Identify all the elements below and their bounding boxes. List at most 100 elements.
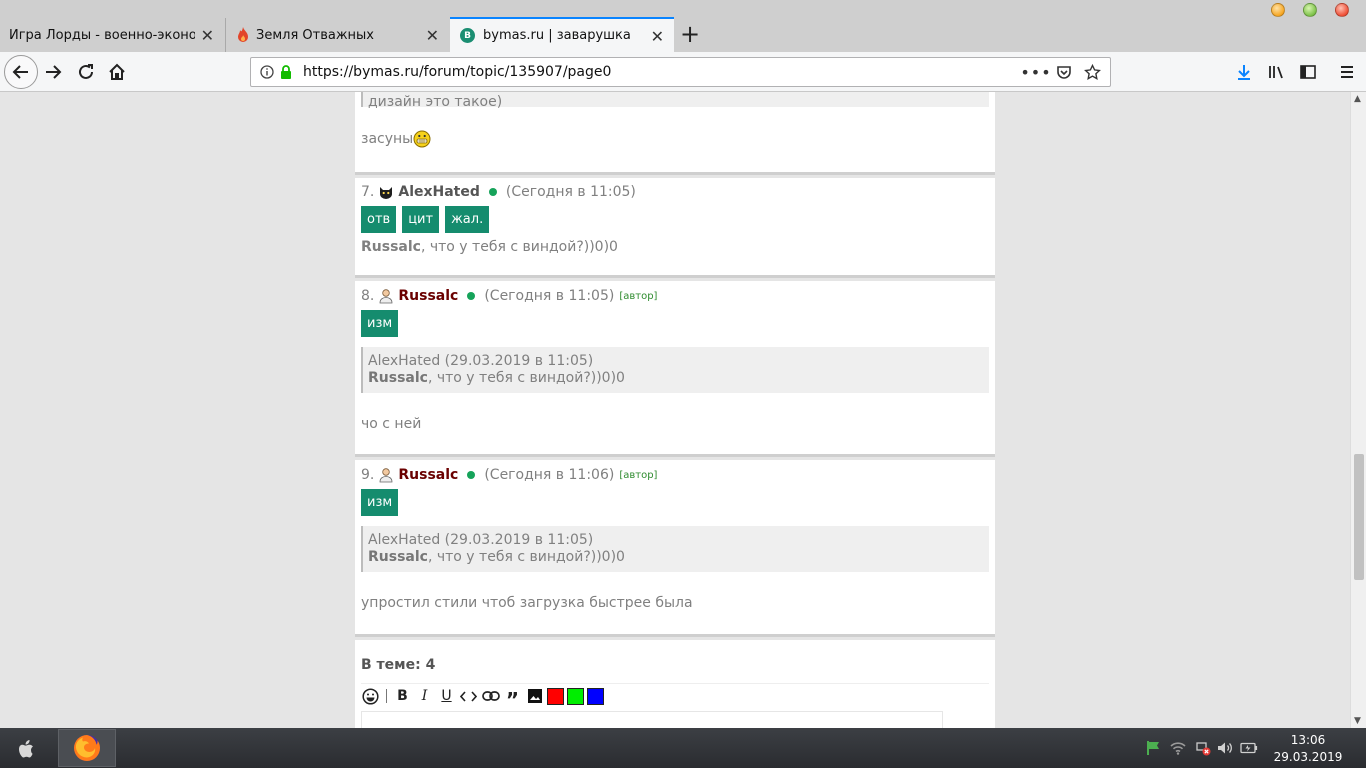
image-icon[interactable] [525, 687, 544, 706]
forward-button[interactable] [41, 60, 65, 84]
color-red-swatch[interactable] [547, 687, 564, 705]
message-textarea[interactable] [361, 711, 943, 728]
forum-post: 9. Russalc (Сегодня в 11:06) [автор] изм… [355, 460, 995, 637]
action-center-flag-icon[interactable] [1144, 740, 1162, 756]
sidebar-button[interactable] [1296, 60, 1320, 84]
italic-button[interactable]: I [415, 687, 434, 706]
url-text[interactable]: https://bymas.ru/forum/topic/135907/page… [303, 64, 1026, 80]
navigation-toolbar: https://bymas.ru/forum/topic/135907/page… [0, 52, 1366, 92]
reply-form: В теме: 4 B I U ” [355, 640, 995, 728]
user-avatar-icon[interactable] [378, 288, 394, 304]
tab-bymas[interactable]: B bymas.ru | заварушка ✕ [450, 17, 674, 52]
tab-close-icon[interactable]: ✕ [426, 26, 439, 45]
clock-date: 29.03.2019 [1273, 750, 1343, 764]
download-arrow-icon [1238, 65, 1250, 80]
mention-username[interactable]: Russalc [361, 239, 421, 255]
scroll-down-arrow-icon[interactable]: ▼ [1354, 716, 1361, 726]
bookmark-star-icon[interactable] [1082, 62, 1102, 82]
library-icon [1269, 66, 1283, 79]
black-cat-avatar-icon[interactable] [378, 184, 394, 200]
post-text: засуны [361, 130, 431, 148]
quote-header: AlexHated (29.03.2019 в 11:05) [368, 353, 594, 369]
post-username[interactable]: AlexHated [398, 184, 480, 200]
flame-icon [238, 27, 248, 42]
reload-button[interactable] [74, 60, 98, 84]
back-button[interactable] [4, 55, 38, 89]
quote-button[interactable]: цит [402, 206, 440, 233]
downloads-button[interactable] [1232, 60, 1256, 84]
tab-lordy[interactable]: Игра Лорды - военно-экономи ✕ [0, 18, 224, 52]
tab-zemlya-otvazhnyh[interactable]: Земля Отважных ✕ [225, 18, 449, 52]
pocket-icon[interactable] [1054, 62, 1074, 82]
post-username[interactable]: Russalc [398, 467, 458, 483]
post-number: 7. [361, 184, 375, 200]
post-time: (Сегодня в 11:05) [484, 288, 615, 304]
volume-icon[interactable] [1216, 740, 1234, 756]
post-number: 9. [361, 467, 375, 483]
post-actions: изм [361, 310, 989, 337]
grin-smiley-icon [413, 130, 431, 148]
new-tab-plus-icon[interactable]: + [680, 20, 700, 48]
system-clock[interactable]: 13:06 29.03.2019 [1270, 732, 1346, 766]
os-taskbar: 13:06 29.03.2019 [0, 728, 1366, 768]
quote-mention: Russalc [368, 549, 428, 565]
post-number: 8. [361, 288, 375, 304]
page-viewport: дизайн это такое) засуны 7. AlexHated (С… [0, 92, 1350, 728]
battery-icon[interactable] [1240, 740, 1258, 756]
sidebar-icon [1300, 65, 1316, 79]
firefox-taskbar-button[interactable] [58, 729, 116, 767]
bold-button[interactable]: B [393, 687, 412, 706]
color-blue-swatch[interactable] [587, 687, 604, 705]
edit-button[interactable]: изм [361, 489, 399, 516]
post-header: 8. Russalc (Сегодня в 11:05) [автор] [361, 286, 989, 306]
library-button[interactable] [1264, 60, 1288, 84]
post-text: чо с ней [361, 416, 422, 432]
bymas-favicon-icon: B [460, 28, 475, 43]
post-quote: AlexHated (29.03.2019 в 11:05) Russalc, … [361, 526, 989, 572]
tab-strip: Игра Лорды - военно-экономи ✕ Земля Отва… [0, 0, 1366, 52]
page-scrollbar[interactable]: ▲ ▼ [1350, 92, 1366, 728]
report-button[interactable]: жал. [445, 206, 490, 233]
post-text: Russalc, что у тебя с виндой?))0)0 [361, 239, 989, 255]
apple-logo-icon[interactable] [16, 738, 38, 760]
home-button[interactable] [105, 60, 129, 84]
tab-title: bymas.ru | заварушка [483, 28, 631, 43]
page-actions-icon[interactable]: ••• [1020, 62, 1050, 82]
color-green-swatch[interactable] [567, 687, 584, 705]
forum-post-partial: дизайн это такое) засуны [355, 92, 995, 175]
scroll-up-arrow-icon[interactable]: ▲ [1354, 94, 1361, 104]
arrow-left-icon [12, 65, 28, 79]
post-text-content: засуны [361, 131, 414, 147]
link-icon[interactable] [481, 687, 500, 706]
online-status-dot [467, 292, 476, 300]
window-close-button[interactable] [1335, 3, 1349, 17]
post-username[interactable]: Russalc [398, 288, 458, 304]
underline-button[interactable]: U [437, 687, 456, 706]
emoji-smiley-icon[interactable] [361, 687, 380, 706]
lock-icon[interactable] [280, 65, 292, 79]
post-time: (Сегодня в 11:06) [484, 467, 615, 483]
edit-button[interactable]: изм [361, 310, 399, 337]
author-badge: [автор] [619, 469, 658, 481]
hamburger-menu-button[interactable] [1335, 60, 1359, 84]
window-minimize-button[interactable] [1271, 3, 1285, 17]
scrollbar-thumb[interactable] [1354, 454, 1364, 580]
editor-toolbar: B I U ” [361, 683, 989, 710]
hamburger-icon [1341, 66, 1353, 78]
quote-marks-icon[interactable]: ” [503, 687, 522, 710]
code-icon[interactable] [459, 687, 478, 706]
post-quote: AlexHated (29.03.2019 в 11:05) Russalc, … [361, 347, 989, 393]
tab-close-icon[interactable]: ✕ [201, 26, 214, 45]
network-error-icon[interactable] [1194, 740, 1212, 756]
reply-button[interactable]: отв [361, 206, 397, 233]
toolbar-divider [386, 689, 387, 703]
window-maximize-button[interactable] [1303, 3, 1317, 17]
wifi-icon[interactable] [1169, 740, 1187, 756]
tab-title: Игра Лорды - военно-экономи [9, 27, 195, 43]
tab-close-icon[interactable]: ✕ [651, 27, 664, 46]
topic-post-count: В теме: 4 [361, 657, 436, 673]
address-bar[interactable]: https://bymas.ru/forum/topic/135907/page… [250, 57, 1111, 87]
user-avatar-icon[interactable] [378, 467, 394, 483]
info-icon[interactable] [260, 65, 274, 79]
post-header: 9. Russalc (Сегодня в 11:06) [автор] [361, 465, 989, 485]
